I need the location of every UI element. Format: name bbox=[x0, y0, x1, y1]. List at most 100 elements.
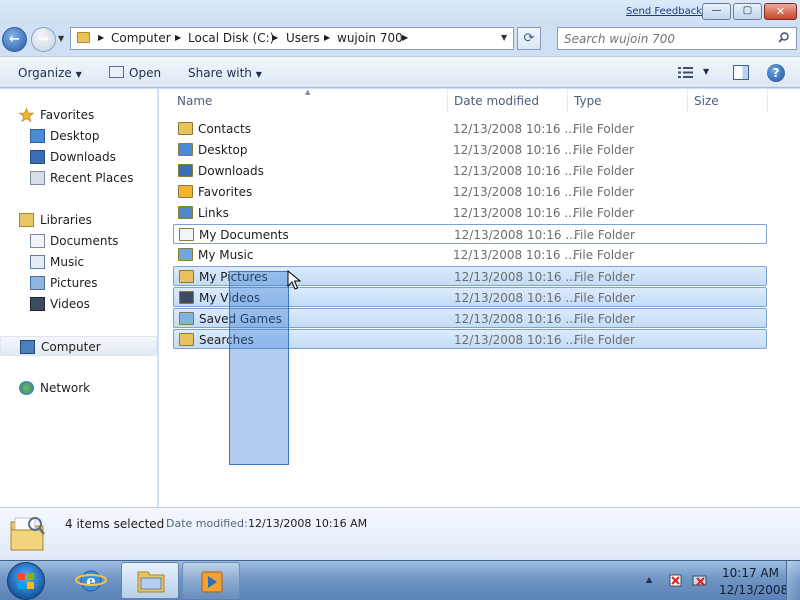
column-headers: ▲ Name Date modified Type Size bbox=[159, 88, 800, 113]
network-icon bbox=[19, 381, 34, 395]
change-view-icon[interactable] bbox=[678, 66, 694, 79]
breadcrumb-separator-icon[interactable]: ▶ bbox=[98, 33, 104, 42]
recent-pages-dropdown-icon[interactable]: ▼ bbox=[58, 34, 64, 43]
send-feedback-link[interactable]: Send Feedback bbox=[626, 6, 702, 17]
nav-pictures[interactable]: Pictures bbox=[0, 273, 157, 293]
preview-pane-icon[interactable] bbox=[733, 65, 749, 80]
file-row[interactable]: Downloads 12/13/2008 10:16 ... File Folder bbox=[173, 161, 767, 181]
column-divider[interactable] bbox=[567, 89, 568, 113]
minimize-button[interactable]: — bbox=[702, 3, 731, 20]
show-desktop-button[interactable] bbox=[786, 561, 800, 600]
column-divider[interactable] bbox=[767, 89, 768, 113]
column-date-modified[interactable]: Date modified bbox=[454, 94, 539, 108]
nav-libraries[interactable]: Libraries bbox=[0, 210, 157, 230]
file-row[interactable]: Contacts 12/13/2008 10:16 ... File Folder bbox=[173, 119, 767, 139]
breadcrumb-users[interactable]: Users bbox=[286, 31, 320, 45]
internet-explorer-icon: e bbox=[75, 570, 107, 592]
downloads-folder-icon bbox=[178, 164, 193, 177]
search-box[interactable] bbox=[557, 27, 797, 50]
windows-logo-icon bbox=[18, 573, 34, 589]
breadcrumb-separator-icon[interactable]: ▶ bbox=[324, 33, 330, 42]
breadcrumb-user-folder[interactable]: wujoin 700 bbox=[337, 31, 403, 45]
nav-music[interactable]: Music bbox=[0, 252, 157, 272]
folder-icon bbox=[137, 571, 165, 593]
nav-documents[interactable]: Documents bbox=[0, 231, 157, 251]
taskbar-media-player[interactable] bbox=[182, 562, 240, 599]
clock-time[interactable]: 10:17 AM bbox=[722, 566, 779, 580]
open-button[interactable]: Open bbox=[129, 66, 161, 80]
nav-network-label: Network bbox=[40, 381, 91, 395]
chevron-down-icon: ▼ bbox=[255, 70, 262, 79]
media-player-icon bbox=[201, 571, 223, 593]
minimize-icon: — bbox=[711, 5, 722, 16]
network-status-icon[interactable] bbox=[692, 574, 707, 588]
file-row[interactable]: Favorites 12/13/2008 10:16 ... File Folder bbox=[173, 182, 767, 202]
file-type: File Folder bbox=[573, 122, 634, 136]
address-bar[interactable]: ▶ Computer ▶ Local Disk (C:) ▶ Users ▶ w… bbox=[70, 27, 514, 50]
refresh-button[interactable]: ⟳ bbox=[517, 27, 541, 50]
nav-recent-places-label: Recent Places bbox=[50, 171, 134, 185]
close-button[interactable]: ✕ bbox=[764, 3, 797, 20]
column-name[interactable]: Name bbox=[177, 94, 212, 108]
clock-date[interactable]: 12/13/2008 bbox=[719, 583, 788, 597]
nav-network[interactable]: Network bbox=[0, 378, 157, 398]
help-icon[interactable]: ? bbox=[767, 64, 785, 82]
show-hidden-icons-icon[interactable]: ▲ bbox=[646, 575, 652, 584]
mouse-cursor-icon bbox=[287, 270, 301, 290]
file-list-pane: ▲ Name Date modified Type Size Contacts 1… bbox=[159, 88, 800, 507]
file-row[interactable]: Desktop 12/13/2008 10:16 ... File Folder bbox=[173, 140, 767, 160]
file-name: Downloads bbox=[198, 164, 264, 178]
nav-downloads[interactable]: Downloads bbox=[0, 147, 157, 167]
libraries-icon bbox=[19, 213, 34, 227]
nav-videos-label: Videos bbox=[50, 297, 90, 311]
address-row: ← → ▼ ▶ Computer ▶ Local Disk (C:) ▶ Use… bbox=[0, 24, 800, 56]
taskbar-internet-explorer[interactable]: e bbox=[62, 562, 120, 599]
back-button[interactable]: ← bbox=[2, 27, 27, 52]
folder-icon bbox=[10, 517, 45, 551]
maximize-button[interactable]: ▢ bbox=[733, 3, 762, 20]
file-type: File Folder bbox=[574, 228, 635, 242]
nav-pictures-label: Pictures bbox=[50, 276, 98, 290]
forward-button[interactable]: → bbox=[31, 27, 56, 52]
forward-arrow-icon: → bbox=[38, 32, 49, 47]
search-input[interactable] bbox=[564, 30, 774, 47]
share-with-button[interactable]: Share with ▼ bbox=[188, 66, 262, 80]
breadcrumb-separator-icon[interactable]: ▶ bbox=[175, 33, 181, 42]
column-divider[interactable] bbox=[687, 89, 688, 113]
contacts-folder-icon bbox=[178, 122, 193, 135]
star-icon bbox=[19, 108, 34, 122]
close-icon: ✕ bbox=[775, 5, 786, 18]
file-type: File Folder bbox=[573, 143, 634, 157]
address-dropdown-icon[interactable]: ▼ bbox=[501, 33, 507, 42]
column-size[interactable]: Size bbox=[694, 94, 719, 108]
column-type[interactable]: Type bbox=[574, 94, 602, 108]
organize-button[interactable]: Organize ▼ bbox=[18, 66, 82, 80]
nav-videos[interactable]: Videos bbox=[0, 294, 157, 314]
nav-desktop-label: Desktop bbox=[50, 129, 100, 143]
nav-desktop[interactable]: Desktop bbox=[0, 126, 157, 146]
breadcrumb-separator-icon[interactable]: ▶ bbox=[402, 33, 408, 42]
desktop-icon bbox=[30, 129, 45, 143]
nav-computer[interactable]: Computer bbox=[0, 336, 157, 356]
file-row[interactable]: My Documents 12/13/2008 10:16 ... File Fol… bbox=[173, 224, 767, 244]
breadcrumb-local-disk[interactable]: Local Disk (C:) bbox=[188, 31, 274, 45]
nav-computer-label: Computer bbox=[41, 340, 101, 354]
nav-documents-label: Documents bbox=[50, 234, 119, 248]
breadcrumb-computer[interactable]: Computer bbox=[111, 31, 171, 45]
search-icon[interactable] bbox=[778, 32, 789, 43]
nav-music-label: Music bbox=[50, 255, 85, 269]
file-row[interactable]: My Music 12/13/2008 10:16 ... File Folder bbox=[173, 245, 767, 265]
start-button[interactable] bbox=[7, 562, 45, 600]
column-divider[interactable] bbox=[447, 89, 448, 113]
file-row[interactable]: Links 12/13/2008 10:16 ... File Folder bbox=[173, 203, 767, 223]
action-center-icon[interactable] bbox=[668, 574, 683, 588]
views-dropdown-icon[interactable]: ▼ bbox=[703, 67, 709, 76]
nav-recent-places[interactable]: Recent Places bbox=[0, 168, 157, 188]
videos-icon bbox=[30, 297, 45, 311]
nav-favorites[interactable]: Favorites bbox=[0, 105, 157, 125]
music-icon bbox=[30, 255, 45, 269]
recent-places-icon bbox=[30, 171, 45, 185]
breadcrumb-separator-icon[interactable]: ▶ bbox=[272, 33, 278, 42]
nav-downloads-label: Downloads bbox=[50, 150, 116, 164]
taskbar-windows-explorer[interactable] bbox=[121, 562, 179, 599]
